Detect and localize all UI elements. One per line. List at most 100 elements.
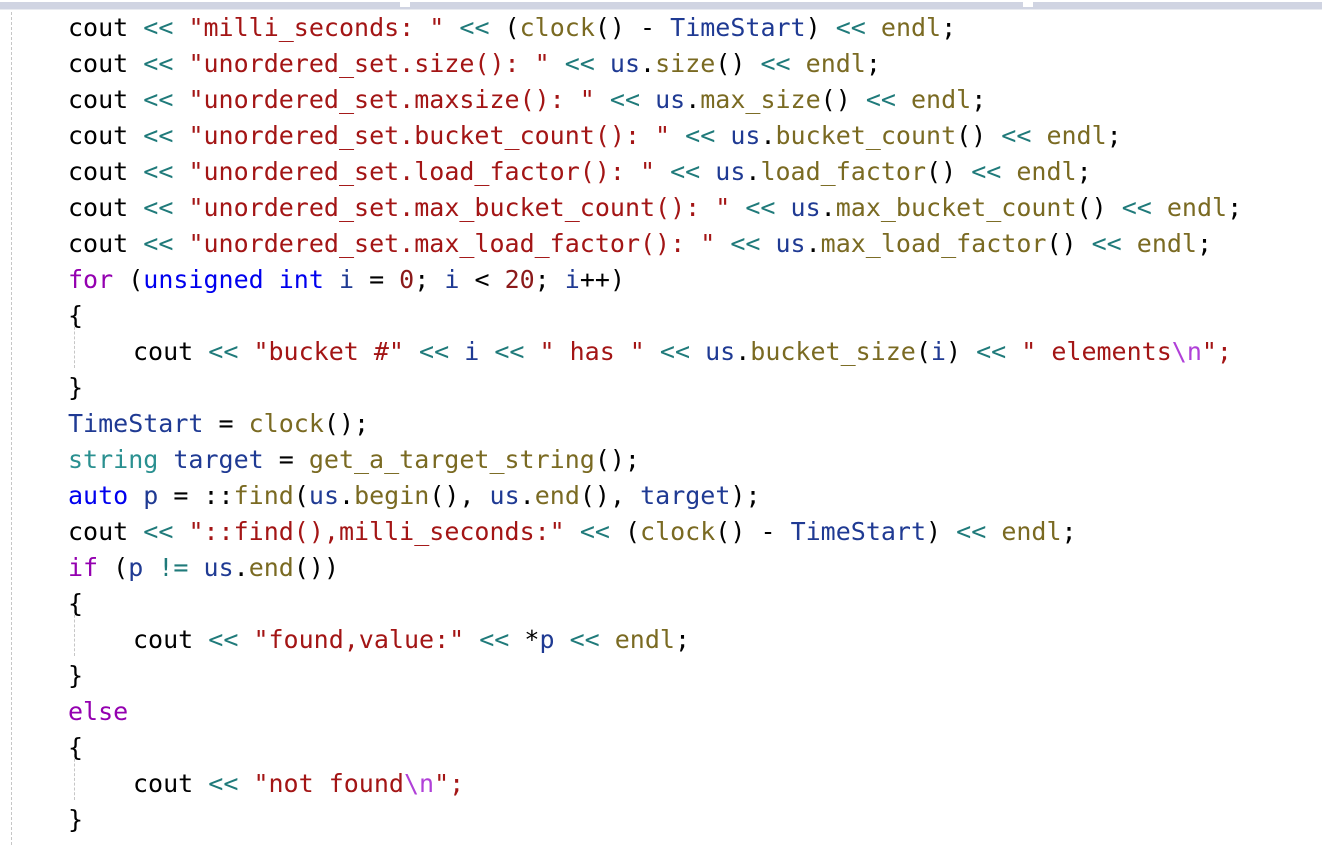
code-token-plain: {: [68, 733, 84, 762]
code-token-string: "bucket #": [253, 337, 404, 366]
code-line[interactable]: else: [0, 694, 1322, 730]
code-line[interactable]: cout << "bucket #" << i << " has " << us…: [0, 334, 1322, 370]
code-line[interactable]: {: [0, 730, 1322, 766]
code-line[interactable]: string target = get_a_target_string();: [0, 442, 1322, 478]
code-line[interactable]: cout << "not found\n";: [0, 766, 1322, 802]
code-token-escape: \n: [403, 769, 435, 798]
code-token-plain: }: [68, 661, 84, 690]
code-line[interactable]: cout << "found,value:" << *p << endl;: [0, 622, 1322, 658]
code-token-plain: cout: [68, 121, 129, 150]
code-token-string: "not found: [253, 769, 404, 798]
code-line[interactable]: }: [0, 802, 1322, 838]
code-token-string: "unordered_set.load_factor(): ": [188, 157, 656, 186]
code-token-operator: <<: [569, 625, 600, 654]
code-token-number: 0: [399, 265, 415, 294]
code-token-plain: (: [113, 265, 144, 294]
code-line[interactable]: }: [0, 658, 1322, 694]
code-token-operator: <<: [143, 229, 174, 258]
code-token-operator: <<: [208, 769, 239, 798]
code-token-plain: cout: [68, 157, 129, 186]
code-line[interactable]: auto p = ::find(us.begin(), us.end(), ta…: [0, 478, 1322, 514]
code-token-plain: ;: [1061, 517, 1077, 546]
code-line[interactable]: cout << "unordered_set.load_factor(): " …: [0, 154, 1322, 190]
code-token-variable: TimeStart: [670, 13, 806, 42]
code-line[interactable]: cout << "unordered_set.maxsize(): " << u…: [0, 82, 1322, 118]
code-token-plain: ;: [941, 13, 957, 42]
code-line[interactable]: cout << "unordered_set.size(): " << us.s…: [0, 46, 1322, 82]
code-token-string: " has ": [539, 337, 645, 366]
code-token-number: 20: [504, 265, 535, 294]
code-token-variable: p: [539, 625, 555, 654]
code-token-string: "unordered_set.max_load_factor(): ": [188, 229, 716, 258]
code-line[interactable]: cout << "unordered_set.bucket_count(): "…: [0, 118, 1322, 154]
code-token-operator: <<: [659, 337, 691, 366]
code-editor[interactable]: cout << "milli_seconds: " << (clock() - …: [0, 0, 1322, 845]
code-line[interactable]: {: [0, 586, 1322, 622]
code-token-plain: .: [745, 157, 761, 186]
code-token-plain: *: [509, 625, 540, 654]
code-token-variable: target: [640, 481, 731, 510]
scrollbar-marker-1: [400, 0, 410, 7]
code-token-plain: cout: [133, 769, 194, 798]
horizontal-scrollbar-track[interactable]: [0, 2, 1322, 9]
code-token-operator: <<: [760, 49, 791, 78]
code-token-plain: cout: [68, 13, 129, 42]
code-line[interactable]: if (p != us.end()): [0, 550, 1322, 586]
code-token-plain: .: [820, 193, 836, 222]
code-token-plain: ;: [1106, 121, 1122, 150]
code-token-plain: cout: [133, 625, 194, 654]
code-token-variable: TimeStart: [68, 409, 204, 438]
code-line[interactable]: cout << "::find(),milli_seconds:" << (cl…: [0, 514, 1322, 550]
code-token-function: size: [655, 49, 716, 78]
code-token-escape: \n: [1171, 337, 1202, 366]
horizontal-scrollbar[interactable]: [0, 0, 1322, 10]
code-line[interactable]: cout << "milli_seconds: " << (clock() - …: [0, 10, 1322, 46]
code-surface[interactable]: cout << "milli_seconds: " << (clock() - …: [0, 10, 1322, 845]
code-token-string: " elements: [1021, 337, 1172, 366]
code-token-function: endl: [1046, 121, 1107, 150]
code-line[interactable]: cout << "unordered_set.max_bucket_count(…: [0, 190, 1322, 226]
code-token-variable: target: [173, 445, 264, 474]
code-line[interactable]: {: [0, 298, 1322, 334]
code-token-plain: }: [68, 373, 84, 402]
code-token-function: bucket_size: [750, 337, 916, 366]
code-token-operator: <<: [609, 85, 641, 114]
code-token-variable: i: [464, 337, 480, 366]
code-line[interactable]: }: [0, 370, 1322, 406]
code-token-plain: ();: [594, 445, 640, 474]
code-token-variable: i: [444, 265, 460, 294]
code-token-variable: us: [715, 157, 746, 186]
code-token-string: "unordered_set.size(): ": [188, 49, 550, 78]
code-token-plain: cout: [68, 193, 129, 222]
code-token-operator: <<: [745, 193, 776, 222]
code-token-operator: <<: [685, 121, 716, 150]
code-token-operator: <<: [971, 157, 1002, 186]
code-token-plain: cout: [68, 229, 129, 258]
code-token-plain: }: [68, 805, 84, 834]
code-line[interactable]: TimeStart = clock();: [0, 406, 1322, 442]
code-token-keyword: else: [68, 697, 129, 726]
code-token-function: endl: [1001, 517, 1062, 546]
code-token-function: endl: [805, 49, 866, 78]
code-token-operator: <<: [208, 337, 239, 366]
code-line[interactable]: for (unsigned int i = 0; i < 20; i++): [0, 262, 1322, 298]
code-line[interactable]: cout << "unordered_set.max_load_factor()…: [0, 226, 1322, 262]
